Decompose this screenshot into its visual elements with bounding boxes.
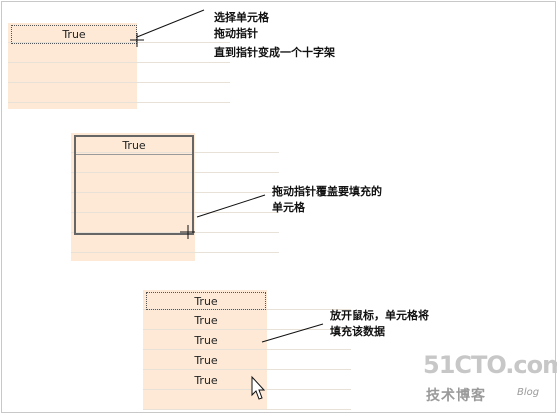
step2-leader-line	[196, 194, 266, 218]
step3-leader-line	[261, 323, 324, 343]
step1-leader-line	[136, 9, 205, 38]
watermark-cn: 技术博客	[426, 388, 486, 404]
arrow-cursor-icon	[251, 375, 266, 400]
crosshair-cursor-icon	[180, 225, 195, 239]
watermark-blog: Blog	[517, 387, 540, 398]
watermark-site: 51CTO.com	[423, 351, 557, 379]
